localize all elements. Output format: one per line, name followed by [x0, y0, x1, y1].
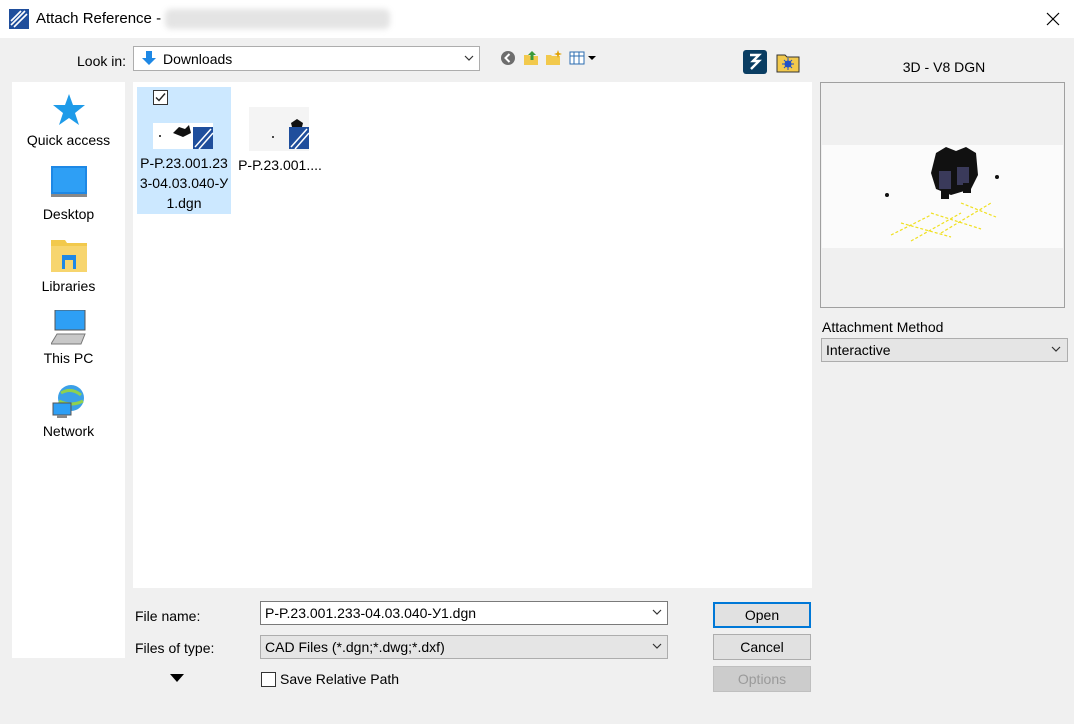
desktop-icon: [50, 166, 87, 197]
checkbox-box[interactable]: [261, 672, 276, 687]
preview-pane: [820, 82, 1065, 308]
place-this-pc[interactable]: This PC: [12, 310, 125, 376]
attachment-method-dropdown[interactable]: Interactive: [821, 338, 1068, 362]
open-button[interactable]: Open: [713, 602, 811, 628]
expand-triangle-icon[interactable]: [169, 673, 185, 683]
file-item[interactable]: P-P.23.001.233-04.03.040-У1.dgn: [137, 87, 231, 214]
place-quick-access[interactable]: Quick access: [12, 92, 125, 158]
chevron-down-icon: [652, 643, 662, 649]
file-name-label: P-P.23.001....: [238, 157, 322, 173]
place-libraries[interactable]: Libraries: [12, 238, 125, 304]
attachment-method-value: Interactive: [826, 342, 891, 358]
microstation-app-icon: [9, 9, 29, 29]
save-relative-path-label: Save Relative Path: [280, 671, 400, 687]
back-icon[interactable]: [499, 49, 517, 67]
place-network[interactable]: Network: [12, 383, 125, 449]
file-item[interactable]: P-P.23.001....: [233, 87, 327, 214]
window-title-path-blurred: [165, 9, 390, 29]
libraries-icon: [50, 240, 87, 272]
attachment-method-label: Attachment Method: [822, 319, 944, 335]
file-name-input[interactable]: P-P.23.001.233-04.03.040-У1.dgn: [260, 601, 668, 625]
preview-title: 3D - V8 DGN: [902, 59, 986, 75]
file-list[interactable]: P-P.23.001.233-04.03.040-У1.dgn P-P.23.0…: [133, 82, 812, 588]
place-label: Libraries: [41, 278, 96, 294]
file-name-label: File name:: [135, 608, 201, 624]
look-in-value: Downloads: [163, 51, 233, 67]
place-desktop[interactable]: Desktop: [12, 166, 125, 232]
file-type-label: Files of type:: [135, 640, 215, 656]
dgn-file-thumbnail: [249, 107, 310, 151]
config-folder-icon[interactable]: [776, 50, 800, 74]
options-button[interactable]: Options: [713, 666, 811, 692]
look-in-dropdown[interactable]: Downloads: [133, 46, 480, 71]
look-in-label: Look in:: [77, 53, 127, 69]
model-preview-image: [885, 147, 999, 242]
chevron-down-icon[interactable]: [651, 606, 663, 618]
window-title: Attach Reference -: [36, 10, 162, 27]
close-icon: [1046, 12, 1060, 26]
close-button[interactable]: [1032, 0, 1074, 38]
view-menu-icon[interactable]: [569, 49, 599, 67]
network-icon: [52, 385, 84, 418]
place-label: Network: [42, 423, 95, 439]
chevron-down-icon: [1051, 346, 1061, 352]
chevron-down-icon: [464, 55, 474, 61]
up-folder-icon[interactable]: [522, 49, 540, 67]
file-type-value: CAD Files (*.dgn;*.dwg;*.dxf): [265, 639, 445, 655]
new-folder-icon[interactable]: [545, 49, 563, 67]
place-label: This PC: [43, 350, 94, 366]
place-label: Quick access: [26, 132, 111, 148]
places-bar: Quick access Desktop Libraries This PC N…: [12, 82, 125, 658]
cancel-button[interactable]: Cancel: [713, 634, 811, 660]
bentley-icon[interactable]: [743, 50, 767, 74]
dgn-file-thumbnail: [153, 123, 214, 150]
file-type-dropdown[interactable]: CAD Files (*.dgn;*.dwg;*.dxf): [260, 635, 668, 659]
star-icon: [52, 94, 85, 125]
file-name-value: P-P.23.001.233-04.03.040-У1.dgn: [265, 605, 477, 621]
place-label: Desktop: [42, 206, 95, 222]
file-name-label: P-P.23.001.233-04.03.040-У1.dgn: [139, 155, 229, 211]
download-arrow-icon: [142, 51, 156, 65]
computer-icon: [50, 310, 86, 345]
title-bar: Attach Reference -: [0, 0, 1074, 38]
